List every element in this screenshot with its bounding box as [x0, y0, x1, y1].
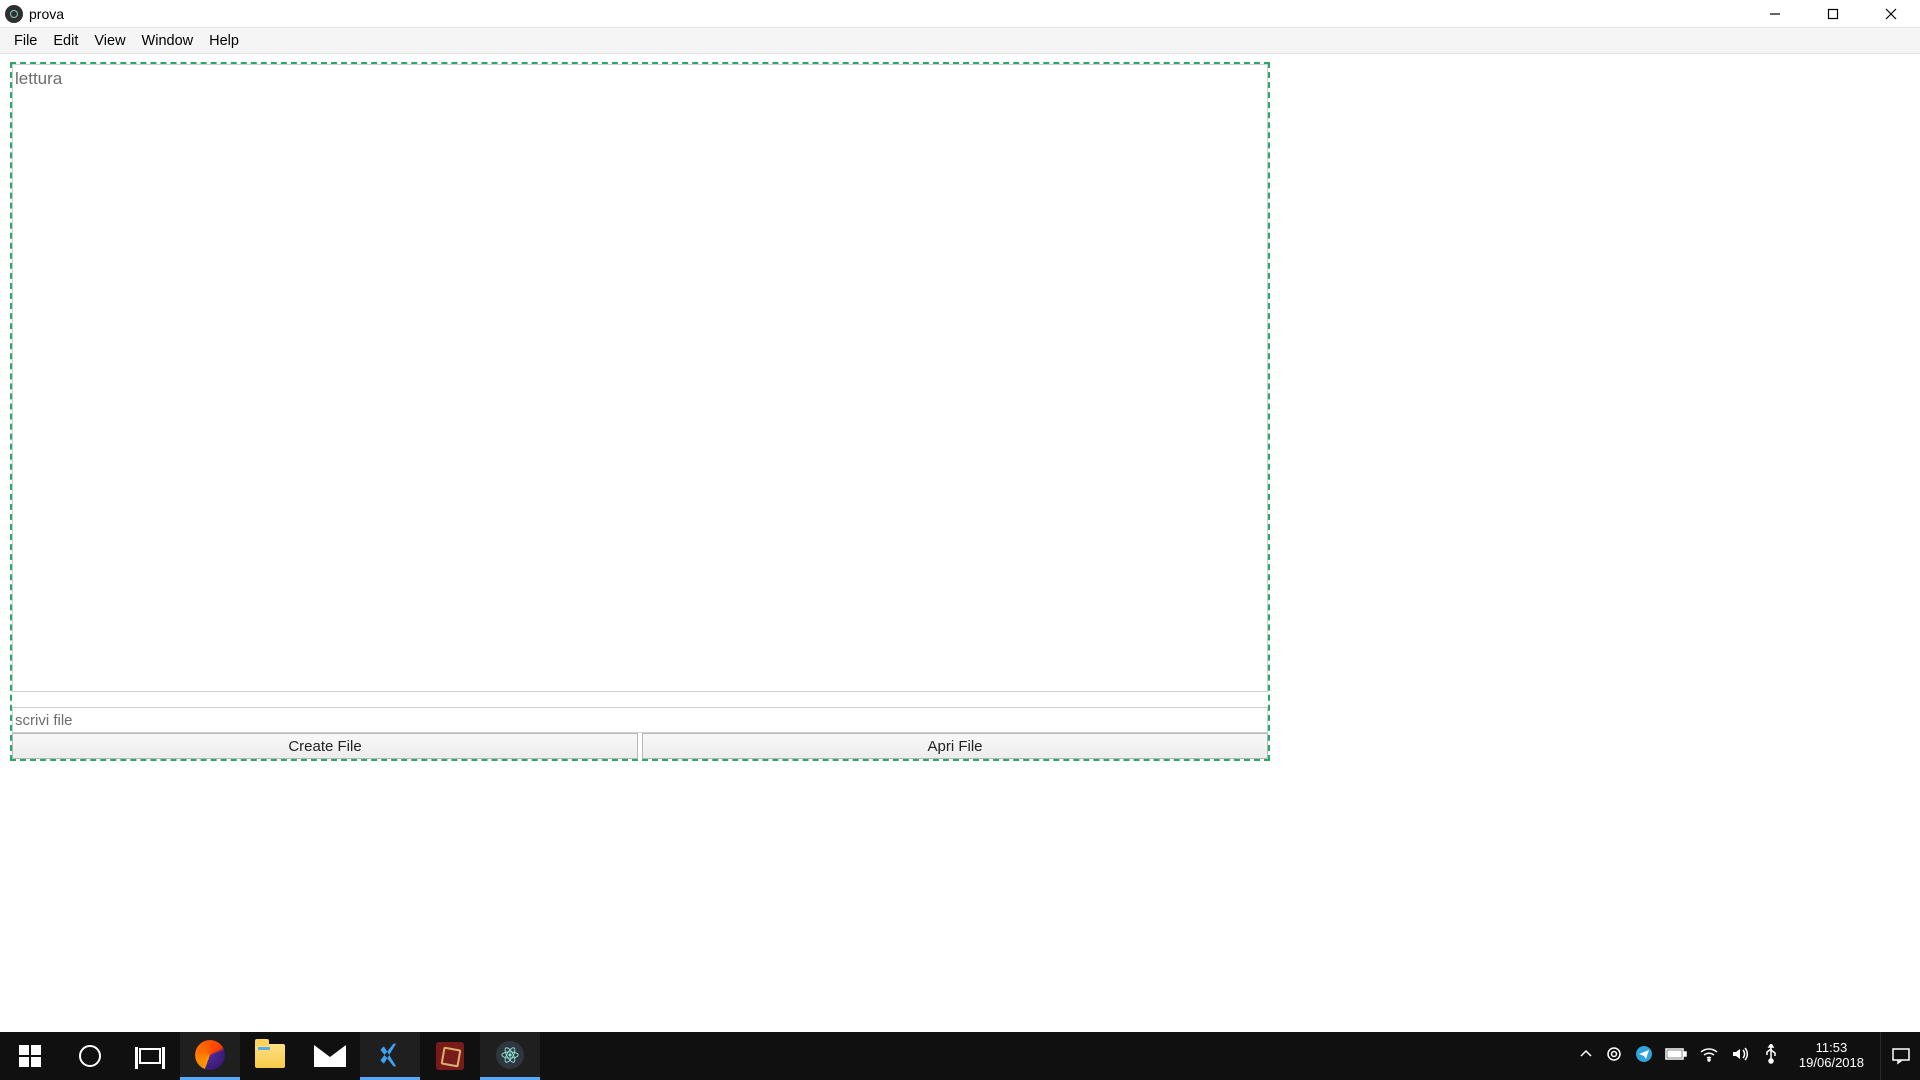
- close-button[interactable]: [1862, 0, 1920, 28]
- menu-window[interactable]: Window: [134, 33, 202, 49]
- menu-view[interactable]: View: [86, 33, 133, 49]
- circle-icon: [79, 1045, 101, 1067]
- write-input[interactable]: [12, 707, 1268, 733]
- task-view-button[interactable]: [120, 1032, 180, 1080]
- tray-wifi-icon[interactable]: [1699, 1046, 1719, 1067]
- taskbar-app-red[interactable]: [420, 1032, 480, 1080]
- taskbar-electron[interactable]: [480, 1032, 540, 1080]
- taskbar-file-explorer[interactable]: [240, 1032, 300, 1080]
- window-controls: [1746, 0, 1920, 28]
- clock-time: 11:53: [1799, 1041, 1864, 1056]
- menu-edit[interactable]: Edit: [45, 33, 86, 49]
- electron-icon: [496, 1041, 524, 1069]
- windows-logo-icon: [19, 1045, 41, 1067]
- divider: [12, 697, 1268, 707]
- tray-battery-icon[interactable]: [1665, 1047, 1687, 1066]
- tray-usb-icon[interactable]: [1763, 1044, 1779, 1069]
- taskbar-mail[interactable]: [300, 1032, 360, 1080]
- client-area: Create File Apri File: [0, 54, 1920, 1080]
- tray-overflow-icon[interactable]: [1579, 1047, 1593, 1066]
- folder-icon: [255, 1044, 285, 1068]
- tray-volume-icon[interactable]: [1731, 1046, 1751, 1067]
- button-row: Create File Apri File: [12, 733, 1268, 759]
- app-icon: [5, 5, 23, 23]
- taskbar-vscode[interactable]: [360, 1032, 420, 1080]
- red-app-icon: [436, 1042, 464, 1070]
- taskbar-clock[interactable]: 11:53 19/06/2018: [1791, 1041, 1872, 1071]
- taskbar: 11:53 19/06/2018: [0, 1032, 1920, 1080]
- menu-file[interactable]: File: [6, 33, 45, 49]
- maximize-button[interactable]: [1804, 0, 1862, 28]
- taskbar-firefox[interactable]: [180, 1032, 240, 1080]
- menu-help[interactable]: Help: [201, 33, 247, 49]
- action-center-button[interactable]: [1880, 1032, 1920, 1080]
- form-container: Create File Apri File: [10, 62, 1270, 761]
- cortana-button[interactable]: [60, 1032, 120, 1080]
- start-button[interactable]: [0, 1032, 60, 1080]
- mail-icon: [314, 1045, 346, 1067]
- firefox-icon: [195, 1040, 225, 1070]
- menu-bar: File Edit View Window Help: [0, 28, 1920, 54]
- notification-icon: [1891, 1047, 1911, 1065]
- vscode-icon: [376, 1041, 404, 1069]
- create-file-button[interactable]: Create File: [12, 733, 638, 759]
- tray-steelseries-icon[interactable]: [1605, 1045, 1623, 1068]
- task-view-icon: [139, 1048, 161, 1064]
- tray-telegram-icon[interactable]: [1635, 1045, 1653, 1068]
- window-titlebar: prova: [0, 0, 1920, 28]
- window-title: prova: [29, 6, 64, 22]
- open-file-button[interactable]: Apri File: [642, 733, 1268, 759]
- system-tray: 11:53 19/06/2018: [1579, 1032, 1880, 1080]
- read-textarea[interactable]: [12, 64, 1268, 692]
- minimize-button[interactable]: [1746, 0, 1804, 28]
- clock-date: 19/06/2018: [1799, 1056, 1864, 1071]
